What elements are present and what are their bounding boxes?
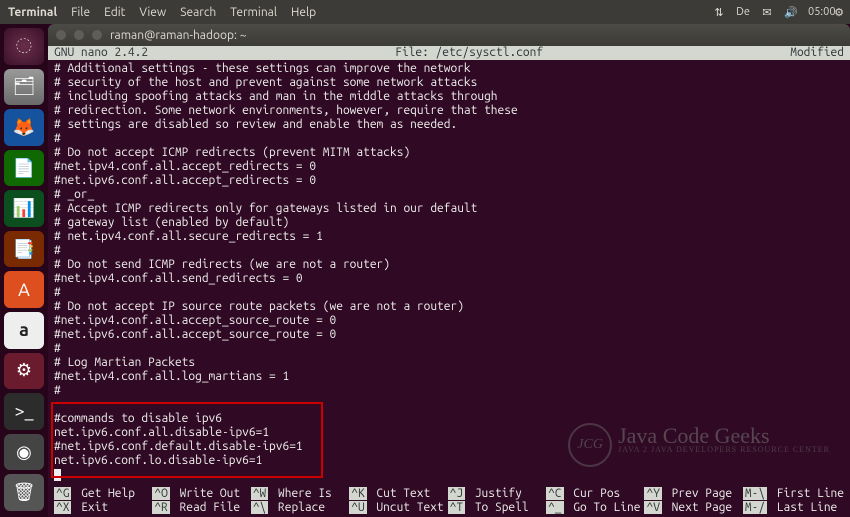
close-button[interactable] xyxy=(56,30,66,40)
nano-shortcut: ^_ Go To Line xyxy=(546,501,644,515)
network-icon[interactable]: ⇅ xyxy=(712,6,726,19)
calc-icon[interactable]: 📊 xyxy=(4,190,44,227)
menu-help[interactable]: Help xyxy=(291,6,316,19)
files-icon[interactable]: 🗂 xyxy=(4,69,44,106)
menu-edit[interactable]: Edit xyxy=(104,6,125,19)
system-tray: ⇅ De ✉ 🔊 05:00 ⚙ xyxy=(712,6,846,19)
amazon-icon[interactable]: a xyxy=(4,312,44,349)
window-title-text: raman@raman-hadoop: ~ xyxy=(110,29,247,42)
window-titlebar[interactable]: raman@raman-hadoop: ~ xyxy=(48,24,850,46)
impress-icon[interactable]: 📑 xyxy=(4,231,44,268)
nano-header: GNU nano 2.4.2 File: /etc/sysctl.conf Mo… xyxy=(48,46,850,60)
nano-shortcut: ^X Exit xyxy=(54,501,152,515)
menubar-app: Terminal xyxy=(8,6,57,19)
keyboard-indicator[interactable]: De xyxy=(736,6,750,18)
nano-shortcut: ^G Get Help xyxy=(54,487,152,501)
mail-icon[interactable]: ✉ xyxy=(760,6,774,19)
sound-icon[interactable]: 🔊 xyxy=(784,6,798,19)
nano-shortcut: ^\ Replace xyxy=(251,501,349,515)
nano-shortcut: ^W Where Is xyxy=(251,487,349,501)
terminal[interactable]: GNU nano 2.4.2 File: /etc/sysctl.conf Mo… xyxy=(48,46,850,517)
nano-shortcut: M-/ Last Line xyxy=(743,501,844,515)
trash-icon[interactable]: 🗑 xyxy=(4,474,44,511)
nano-shortcut: ^K Cut Text xyxy=(349,487,447,501)
nano-shortcut: ^C Cur Pos xyxy=(546,487,644,501)
nano-shortcut: ^U Uncut Text xyxy=(349,501,447,515)
nano-shortcut: ^Y Prev Page xyxy=(644,487,742,501)
nano-version: GNU nano 2.4.2 xyxy=(54,46,148,60)
disc-icon[interactable]: ◉ xyxy=(4,434,44,471)
unity-launcher: ◌ 🗂 🦊 📄 📊 📑 A a ⚙ >_ ◉ 🗑 xyxy=(0,24,48,517)
maximize-button[interactable] xyxy=(92,30,102,40)
nano-file: File: /etc/sysctl.conf xyxy=(148,46,790,60)
minimize-button[interactable] xyxy=(74,30,84,40)
nano-shortcut: M-\ First Line xyxy=(743,487,844,501)
settings-icon[interactable]: ⚙ xyxy=(4,353,44,390)
nano-shortcut: ^T To Spell xyxy=(448,501,546,515)
menubar: Terminal File Edit View Search Terminal … xyxy=(8,6,316,19)
software-center-icon[interactable]: A xyxy=(4,271,44,308)
menu-search[interactable]: Search xyxy=(180,6,216,19)
menu-file[interactable]: File xyxy=(71,6,90,19)
nano-shortcut: ^J Justify xyxy=(448,487,546,501)
menu-terminal[interactable]: Terminal xyxy=(230,6,277,19)
work-area: raman@raman-hadoop: ~ GNU nano 2.4.2 Fil… xyxy=(48,24,850,517)
dash-icon[interactable]: ◌ xyxy=(4,28,44,65)
nano-status: Modified xyxy=(790,46,844,60)
top-panel: Terminal File Edit View Search Terminal … xyxy=(0,0,850,24)
nano-shortcut: ^V Next Page xyxy=(644,501,742,515)
session-icon[interactable]: ⚙ xyxy=(832,6,846,19)
writer-icon[interactable]: 📄 xyxy=(4,150,44,187)
menu-view[interactable]: View xyxy=(139,6,166,19)
clock[interactable]: 05:00 xyxy=(808,6,822,18)
terminal-launcher-icon[interactable]: >_ xyxy=(4,393,44,430)
highlight-box xyxy=(51,402,323,478)
nano-footer: ^G Get Help^O Write Out^W Where Is^K Cut… xyxy=(48,485,850,517)
nano-shortcut: ^R Read File xyxy=(152,501,250,515)
firefox-icon[interactable]: 🦊 xyxy=(4,109,44,146)
nano-shortcut: ^O Write Out xyxy=(152,487,250,501)
